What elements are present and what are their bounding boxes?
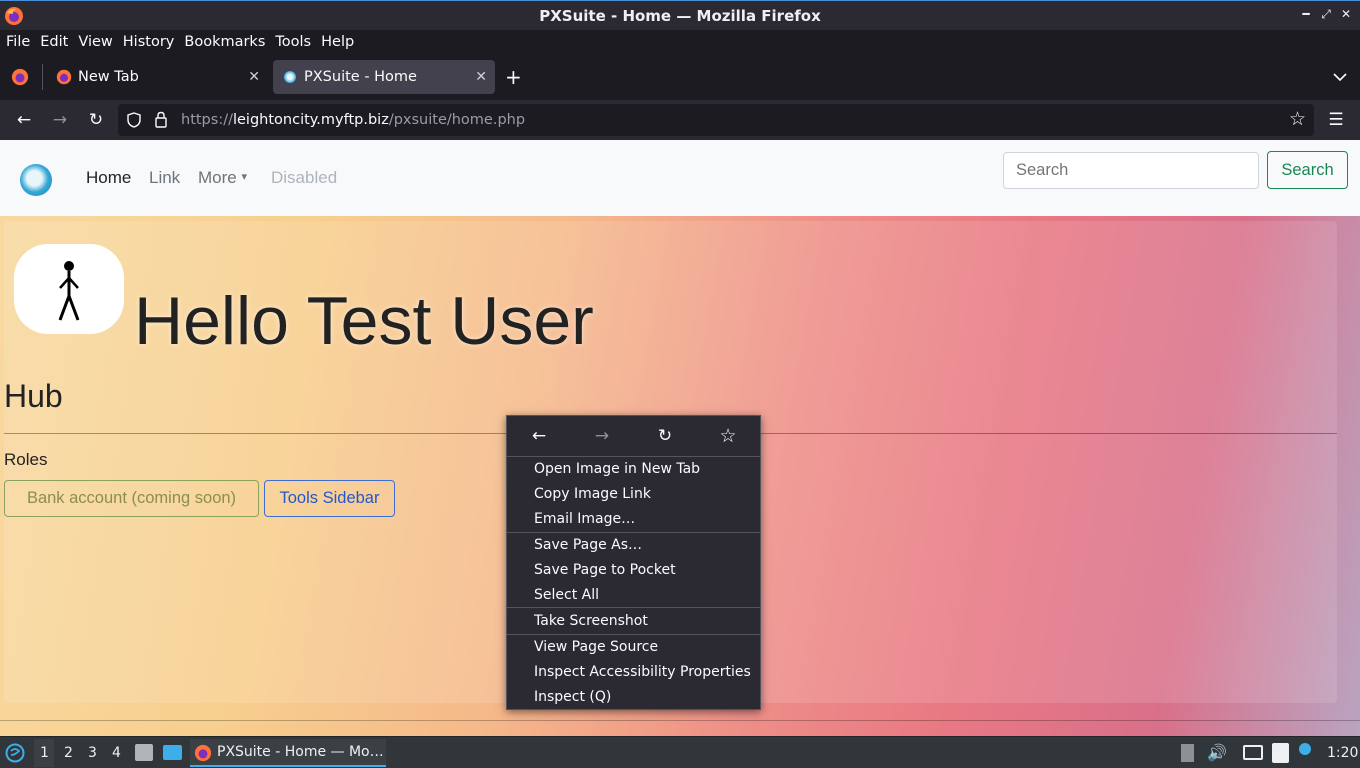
menu-separator [507,532,760,533]
notifications-icon[interactable] [1299,743,1311,755]
greeting-heading: Hello Test User [134,283,594,359]
tab-label: New Tab [78,69,139,85]
nav-dropdown-more[interactable]: More ▾ [198,168,247,188]
context-reload-icon[interactable]: ↻ [653,425,677,447]
url-text[interactable]: https://leightoncity.myftp.biz/pxsuite/h… [181,112,525,128]
menu-view-page-source[interactable]: View Page Source [534,639,658,655]
nav-toolbar: ← → ↻ https://leightoncity.myftp.biz/pxs… [0,100,1360,140]
caret-down-icon: ▾ [241,171,247,183]
file-manager-icon[interactable] [135,744,153,761]
firefox-tab-icon [56,69,72,85]
menu-take-screenshot[interactable]: Take Screenshot [534,613,648,629]
stick-figure-icon [58,261,80,321]
workspace-4[interactable]: 4 [112,745,121,761]
window-title: PXSuite - Home — Mozilla Firefox [539,6,821,25]
system-tray-arrow-icon[interactable] [1181,744,1194,762]
section-title: Hub [4,378,63,414]
new-tab-button[interactable]: + [505,65,522,89]
nav-link-disabled: Disabled [271,168,338,187]
avatar [14,244,124,334]
menu-save-to-pocket[interactable]: Save Page to Pocket [534,562,676,578]
globe-tab-icon [284,71,296,83]
tab-strip: New Tab ✕ PXSuite - Home ✕ + [0,54,1360,100]
tab-new-tab[interactable]: New Tab ✕ [46,60,268,94]
context-menu: ← → ↻ ☆ Open Image in New Tab Copy Image… [506,415,761,710]
list-tabs-icon[interactable] [1332,70,1348,84]
reload-button[interactable]: ↻ [84,108,108,132]
site-navbar: Home Link More ▾ Disabled Search [0,140,1360,216]
lock-icon[interactable] [154,111,168,128]
menu-save-page-as[interactable]: Save Page As… [534,537,642,553]
taskbar-firefox-task[interactable]: PXSuite - Home — Mo… [190,739,386,767]
menu-copy-image-link[interactable]: Copy Image Link [534,486,651,502]
clipboard-icon[interactable] [1272,743,1289,763]
task-label: PXSuite - Home — Mo… [217,744,384,760]
menu-history[interactable]: History [123,34,175,50]
menu-email-image[interactable]: Email Image… [534,511,635,527]
workspace-1[interactable]: 1 [40,745,49,761]
site-search-button[interactable]: Search [1267,151,1348,189]
close-window-button[interactable]: ✕ [1338,7,1354,21]
nav-link-link[interactable]: Link [149,168,180,188]
firefox-icon [5,7,23,25]
site-search-input[interactable] [1003,152,1259,189]
bank-account-button[interactable]: Bank account (coming soon) [4,480,259,517]
nav-link-home[interactable]: Home [86,168,131,188]
menu-inspect-accessibility[interactable]: Inspect Accessibility Properties [534,664,751,680]
clock[interactable]: 1:20 [1327,745,1358,761]
close-tab-icon[interactable]: ✕ [248,69,260,85]
firefox-icon [194,744,212,762]
menu-inspect[interactable]: Inspect (Q) [534,689,611,705]
shield-icon[interactable] [126,112,142,128]
menu-file[interactable]: File [6,34,30,50]
menu-select-all[interactable]: Select All [534,587,599,603]
forward-button[interactable]: → [48,108,72,132]
tab-label: PXSuite - Home [304,69,417,85]
site-logo-icon[interactable] [20,164,52,196]
nav-dropdown-label: More [198,168,237,187]
window-titlebar: PXSuite - Home — Mozilla Firefox ━ ⤢ ✕ [0,0,1360,30]
network-icon[interactable] [1243,745,1263,760]
url-bar[interactable]: https://leightoncity.myftp.biz/pxsuite/h… [118,104,1314,136]
start-menu-icon[interactable] [5,743,25,763]
context-menu-navigation: ← → ↻ ☆ [507,416,760,456]
menu-view[interactable]: View [78,34,112,50]
url-path: /pxsuite/home.php [388,112,526,128]
bookmark-star-icon[interactable]: ☆ [1289,108,1306,130]
url-scheme: https:// [181,112,233,128]
back-button[interactable]: ← [12,108,36,132]
app-menu-icon[interactable]: ☰ [1324,108,1348,132]
volume-icon[interactable]: 🔊 [1207,743,1227,762]
menu-open-image-new-tab[interactable]: Open Image in New Tab [534,461,700,477]
tab-pxsuite-home[interactable]: PXSuite - Home ✕ [273,60,495,94]
show-desktop-icon[interactable] [163,745,182,760]
url-host: leightoncity.myftp.biz [232,112,389,128]
menu-bar: File Edit View History Bookmarks Tools H… [0,30,1360,54]
workspace-3[interactable]: 3 [88,745,97,761]
menu-tools[interactable]: Tools [275,34,311,50]
menu-separator [507,456,760,457]
firefox-view-icon[interactable] [11,68,29,86]
menu-edit[interactable]: Edit [40,34,68,50]
minimize-button[interactable]: ━ [1298,7,1314,21]
tools-sidebar-button[interactable]: Tools Sidebar [264,480,395,517]
context-back-icon[interactable]: ← [527,425,551,447]
footer-divider [0,720,1360,721]
context-bookmark-icon[interactable]: ☆ [716,425,740,447]
context-forward-icon[interactable]: → [590,425,614,447]
close-tab-icon[interactable]: ✕ [475,69,487,85]
restore-button[interactable]: ⤢ [1318,7,1334,22]
menu-separator [507,607,760,608]
menu-separator [507,634,760,635]
menu-bookmarks[interactable]: Bookmarks [184,34,265,50]
roles-label: Roles [4,450,48,469]
taskbar: 1 2 3 4 PXSuite - Home — Mo… 🔊 1:20 [0,736,1360,768]
menu-help[interactable]: Help [321,34,354,50]
workspace-2[interactable]: 2 [64,745,73,761]
tab-divider [42,64,43,90]
